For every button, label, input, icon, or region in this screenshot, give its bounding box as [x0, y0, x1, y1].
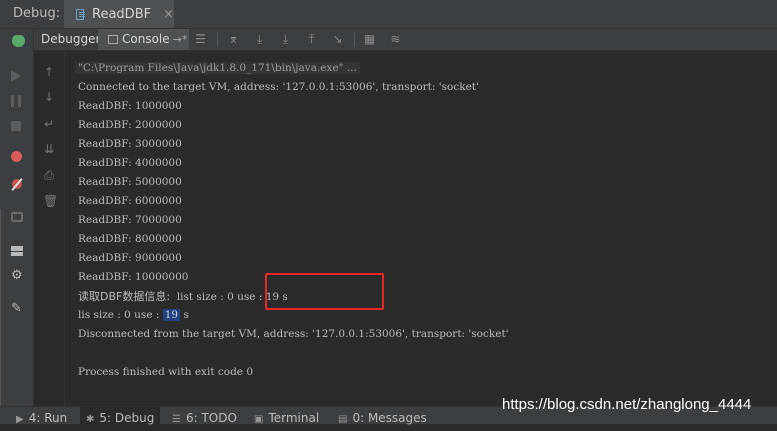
- console-line: ReadDBF: 3000000: [78, 138, 182, 150]
- run-icon: ▶: [16, 414, 24, 425]
- side-strip: [0, 209, 5, 409]
- console-line: "C:\Program Files\Java\jdk1.8.0_171\bin\…: [75, 61, 360, 76]
- view-breakpoints-icon[interactable]: [11, 151, 22, 162]
- command-line[interactable]: "C:\Program Files\Java\jdk1.8.0_171\bin\…: [75, 62, 360, 74]
- lis-prefix: lis size : 0 use :: [78, 309, 163, 321]
- tab-debugger-label: Debugger: [41, 32, 101, 46]
- tab-run[interactable]: ▶ 4: Run: [16, 407, 67, 425]
- mute-breakpoints-icon[interactable]: [11, 178, 23, 190]
- menu-icon[interactable]: ☰: [194, 32, 207, 46]
- console-line: ReadDBF: 7000000: [78, 214, 182, 226]
- tab-debugger[interactable]: Debugger: [37, 29, 101, 50]
- console-line: Process finished with exit code 0: [78, 366, 254, 378]
- bug-icon: ✱: [86, 414, 95, 425]
- camera-icon[interactable]: [11, 212, 23, 222]
- up-arrow-icon[interactable]: ↑: [43, 66, 55, 78]
- run-to-cursor-icon[interactable]: ↘: [331, 32, 344, 46]
- step-out-icon[interactable]: ⤒: [305, 32, 318, 46]
- console-icon: [108, 35, 118, 44]
- print-icon[interactable]: ⎙: [43, 169, 55, 181]
- console-line: ReadDBF: 8000000: [78, 233, 182, 245]
- step-into-icon[interactable]: ⤓: [279, 32, 292, 46]
- soft-wrap-icon[interactable]: ↵: [43, 118, 55, 130]
- down-arrow-icon[interactable]: ↓: [43, 91, 55, 103]
- console-line: lis size : 0 use : 19 s: [78, 308, 189, 323]
- selected-text: 19: [162, 309, 181, 321]
- console-line: ReadDBF: 1000000: [78, 100, 182, 112]
- tab-readdbf-label: ReadDBF: [92, 6, 152, 22]
- highlight-annotation-box: [265, 273, 384, 310]
- debug-tab-bar: Debugger Console →* ☰ ⌆ ⤓ ⤓ ⤒ ↘ ▦ ≋: [34, 29, 777, 51]
- console-line: ReadDBF: 10000000: [78, 271, 189, 283]
- tab-todo[interactable]: ☰ 6: TODO: [172, 407, 237, 425]
- console-line: 读取DBF数据信息: list size : 0 use : 19 s: [78, 289, 288, 304]
- toolbar-separator: [217, 32, 218, 47]
- watermark: https://blog.csdn.net/zhanglong_4444: [502, 396, 752, 413]
- console-line: Disconnected from the target VM, address…: [78, 328, 509, 340]
- tab-console[interactable]: Console →*: [98, 29, 189, 50]
- pause-program-icon[interactable]: [11, 95, 21, 107]
- scroll-to-end-icon[interactable]: ⇊: [43, 143, 55, 155]
- info-label: 读取DBF数据信息:: [78, 290, 171, 303]
- toolbar-separator: [354, 32, 355, 47]
- debug-label: Debug:: [13, 6, 61, 21]
- lis-suffix: s: [180, 309, 189, 321]
- evaluate-icon[interactable]: ▦: [363, 32, 376, 46]
- debug-title-bar: Debug: ReadDBF ×: [0, 0, 777, 29]
- console-side-toolbar: ↑ ↓ ↵ ⇊ ⎙ 🗑: [34, 51, 65, 406]
- tab-terminal[interactable]: ▣ Terminal: [254, 407, 319, 425]
- show-execution-point-icon[interactable]: ⌆: [227, 32, 240, 46]
- trace-icon[interactable]: ≋: [389, 32, 402, 46]
- console-line: ReadDBF: 6000000: [78, 195, 182, 207]
- console-line: ReadDBF: 9000000: [78, 252, 182, 264]
- debug-left-toolbar: ⚙ ✎: [0, 29, 34, 409]
- console-line: ReadDBF: 5000000: [78, 176, 182, 188]
- gear-icon[interactable]: ⚙: [11, 269, 23, 282]
- console-arrow-icon: →*: [172, 33, 188, 46]
- layout-icon[interactable]: [11, 246, 23, 256]
- trash-icon[interactable]: 🗑: [43, 195, 58, 207]
- messages-icon: ▤: [338, 414, 348, 425]
- console-line: ReadDBF: 4000000: [78, 157, 182, 169]
- list-icon: ☰: [172, 414, 181, 425]
- resume-program-icon[interactable]: [11, 70, 21, 82]
- tab-readdbf[interactable]: ReadDBF ×: [64, 0, 174, 28]
- tab-messages[interactable]: ▤ 0: Messages: [338, 407, 427, 425]
- console-line: ReadDBF: 2000000: [78, 119, 182, 131]
- stop-icon[interactable]: [11, 121, 21, 131]
- pin-icon[interactable]: ✎: [11, 302, 23, 315]
- tab-debug[interactable]: ✱ 5: Debug: [80, 407, 161, 425]
- tab-console-label: Console: [122, 32, 170, 46]
- close-tab-icon[interactable]: ×: [163, 7, 174, 22]
- console-line: Connected to the target VM, address: '12…: [78, 81, 479, 93]
- terminal-icon: ▣: [254, 414, 264, 425]
- run-config-icon: [76, 8, 86, 20]
- console-output[interactable]: "C:\Program Files\Java\jdk1.8.0_171\bin\…: [75, 61, 768, 406]
- bug-icon[interactable]: [12, 35, 25, 47]
- step-over-icon[interactable]: ⤓: [253, 32, 266, 46]
